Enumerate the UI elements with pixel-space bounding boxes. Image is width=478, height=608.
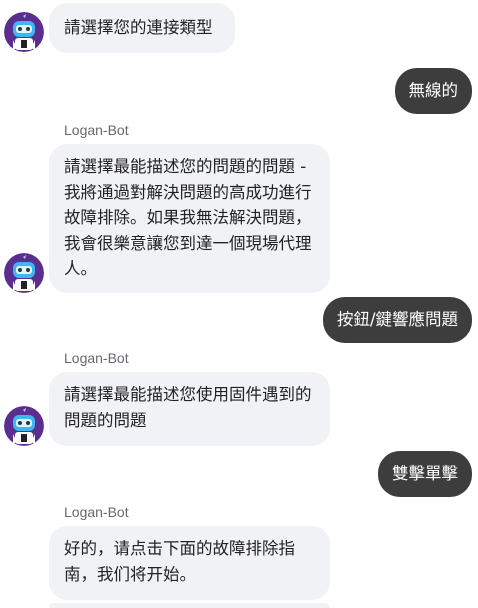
sender-name: Logan-Bot xyxy=(64,504,129,520)
bot-message: 好的，请点击下面的故障排除指南，我们将开始。 xyxy=(49,526,330,600)
user-message: 按鈕/鍵響應問題 xyxy=(322,297,472,343)
bot-message-text: 請選擇最能描述您使用固件遇到的問題的問題 xyxy=(64,385,312,430)
robot-icon xyxy=(4,253,44,293)
bot-message: 請選擇最能描述您使用固件遇到的問題的問題 xyxy=(49,372,330,446)
bot-message: 請選擇最能描述您的問題的問題 - 我將通過對解決問題的高成功進行故障排除。如果我… xyxy=(49,144,330,293)
user-message: 無線的 xyxy=(394,68,472,114)
bot-message-partial xyxy=(49,603,330,608)
robot-icon xyxy=(4,406,44,446)
user-message-text: 雙擊單擊 xyxy=(392,464,458,483)
bot-message-text: 好的，请点击下面的故障排除指南，我们将开始。 xyxy=(64,539,295,584)
chat-transcript: 請選擇您的連接類型 無線的 Logan-Bot 請選擇最能描述您的問題的問題 -… xyxy=(0,0,478,608)
bot-avatar xyxy=(4,253,44,293)
user-message-text: 無線的 xyxy=(408,81,459,100)
bot-message: 請選擇您的連接類型 xyxy=(49,3,235,53)
bot-avatar xyxy=(4,406,44,446)
robot-icon xyxy=(4,12,44,52)
user-message: 雙擊單擊 xyxy=(378,451,472,497)
sender-name: Logan-Bot xyxy=(64,350,129,366)
user-message-text: 按鈕/鍵響應問題 xyxy=(336,310,458,329)
sender-name: Logan-Bot xyxy=(64,122,129,138)
bot-avatar xyxy=(4,12,44,52)
bot-message-text: 請選擇您的連接類型 xyxy=(64,18,213,37)
bot-message-text: 請選擇最能描述您的問題的問題 - 我將通過對解決問題的高成功進行故障排除。如果我… xyxy=(64,157,312,278)
